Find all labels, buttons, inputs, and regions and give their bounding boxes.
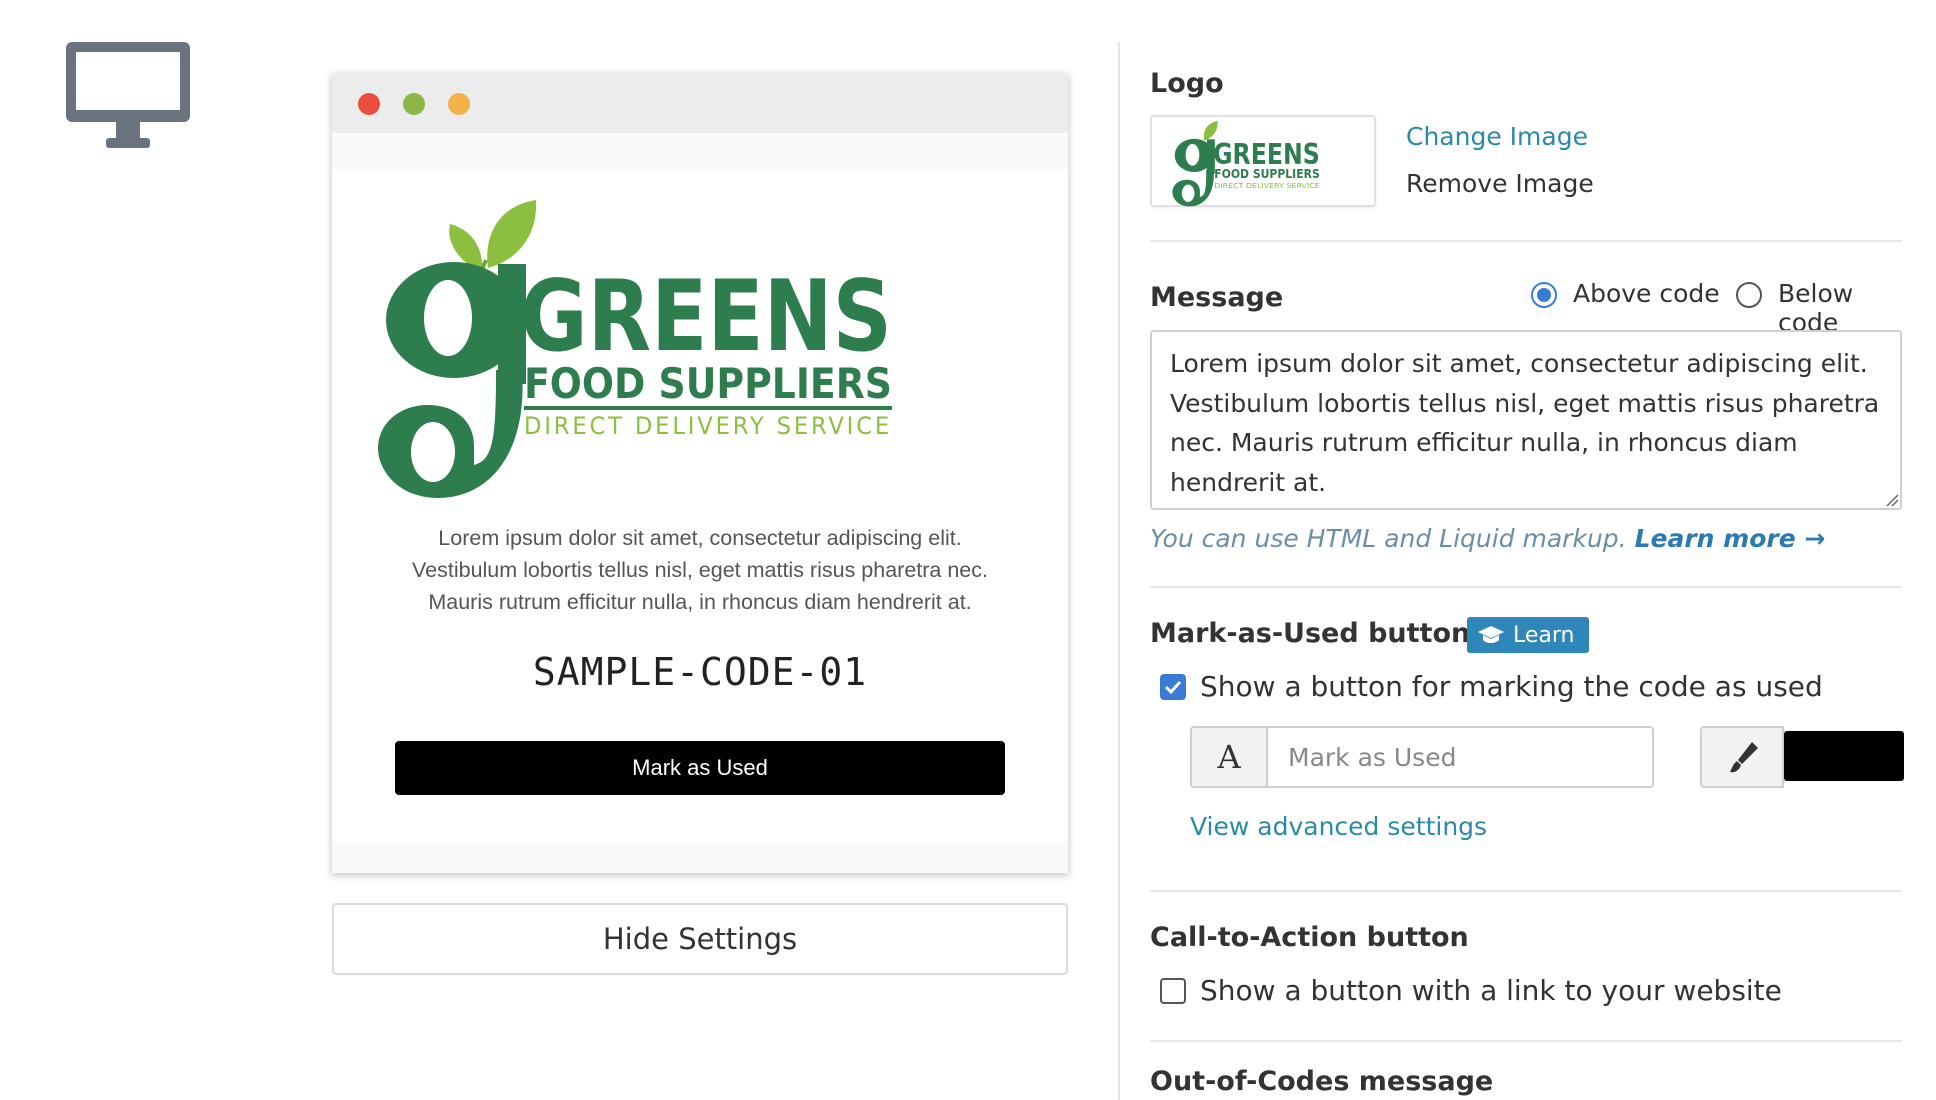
cta-checkbox[interactable]: [1160, 978, 1186, 1004]
color-swatch[interactable]: [1784, 731, 1904, 781]
cta-checkbox-label[interactable]: Show a button with a link to your websit…: [1200, 974, 1782, 1007]
window-titlebar: [332, 73, 1068, 133]
message-textarea[interactable]: Lorem ipsum dolor sit amet, consectetur …: [1150, 330, 1902, 510]
paint-brush-icon[interactable]: [1700, 726, 1784, 788]
view-advanced-settings-link[interactable]: View advanced settings: [1190, 812, 1487, 841]
svg-text:DIRECT DELIVERY SERVICE: DIRECT DELIVERY SERVICE: [1214, 182, 1319, 190]
below-code-radio[interactable]: [1736, 282, 1762, 308]
preview-window: GREENS FOOD SUPPLIERS DIRECT DELIVERY SE…: [332, 73, 1068, 873]
greens-logo: GREENS FOOD SUPPLIERS DIRECT DELIVERY SE…: [378, 200, 892, 498]
cta-heading: Call-to-Action button: [1150, 922, 1469, 953]
remove-image-link[interactable]: Remove Image: [1406, 169, 1594, 198]
hide-settings-button[interactable]: Hide Settings: [332, 903, 1068, 975]
message-line: Vestibulum lobortis tellus nisl, eget ma…: [412, 558, 988, 582]
settings-panel: Logo GREENS FOOD SUPPLIERS DIRECT DELIVE…: [1150, 0, 1904, 1100]
minimize-dot-icon: [448, 93, 470, 115]
graduation-cap-icon: [1478, 626, 1504, 643]
mark-used-checkbox-label[interactable]: Show a button for marking the code as us…: [1200, 670, 1823, 703]
logo-tagline: DIRECT DELIVERY SERVICE: [524, 412, 892, 440]
out-of-codes-heading: Out-of-Codes message: [1150, 1066, 1494, 1097]
section-divider: [1150, 1040, 1902, 1042]
button-color-picker[interactable]: [1700, 726, 1910, 788]
logo-heading: Logo: [1150, 68, 1224, 99]
learn-more-link[interactable]: Learn more →: [1635, 524, 1826, 553]
mark-used-heading: Mark-as-Used button: [1150, 618, 1471, 649]
section-divider: [1150, 890, 1902, 892]
learn-badge-label: Learn: [1513, 622, 1575, 648]
mark-used-checkbox[interactable]: [1160, 674, 1186, 700]
code-card: GREENS FOOD SUPPLIERS DIRECT DELIVERY SE…: [332, 170, 1068, 842]
section-divider: [1150, 240, 1902, 242]
discount-code: SAMPLE-CODE-01: [532, 650, 868, 694]
button-text-input[interactable]: Mark as Used: [1288, 728, 1456, 786]
markup-hint-text: You can use HTML and Liquid markup.: [1150, 524, 1627, 553]
preview-message: Lorem ipsum dolor sit amet, consectetur …: [372, 522, 1028, 618]
greens-logo-thumb: GREENS FOOD SUPPLIERS DIRECT DELIVERY SE…: [1172, 121, 1320, 207]
logo-thumbnail[interactable]: GREENS FOOD SUPPLIERS DIRECT DELIVERY SE…: [1150, 115, 1376, 207]
message-line: Lorem ipsum dolor sit amet, consectetur …: [438, 526, 962, 550]
mark-as-used-button[interactable]: Mark as Used: [395, 741, 1005, 795]
above-code-radio[interactable]: [1531, 282, 1557, 308]
message-heading: Message: [1150, 282, 1284, 313]
button-text-field: A Mark as Used: [1190, 726, 1654, 788]
learn-badge[interactable]: Learn: [1467, 617, 1589, 653]
logo-subword: FOOD SUPPLIERS: [524, 359, 892, 408]
markup-hint: You can use HTML and Liquid markup. Lear…: [1150, 524, 1825, 553]
text-format-icon: A: [1192, 728, 1268, 786]
below-code-label[interactable]: Below code: [1778, 279, 1902, 337]
svg-text:GREENS: GREENS: [1213, 138, 1320, 171]
monitor-icon[interactable]: [64, 40, 192, 152]
resize-handle-icon[interactable]: [1885, 493, 1899, 507]
maximize-dot-icon: [403, 93, 425, 115]
svg-text:FOOD SUPPLIERS: FOOD SUPPLIERS: [1214, 167, 1319, 181]
close-dot-icon: [358, 93, 380, 115]
vertical-divider: [1118, 42, 1120, 1100]
message-line: Mauris rutrum efficitur nulla, in rhoncu…: [428, 590, 972, 614]
change-image-link[interactable]: Change Image: [1406, 122, 1588, 151]
checkmark-icon: [1164, 680, 1182, 695]
section-divider: [1150, 586, 1902, 588]
above-code-label[interactable]: Above code: [1573, 279, 1720, 308]
logo-word: GREENS: [520, 260, 892, 374]
